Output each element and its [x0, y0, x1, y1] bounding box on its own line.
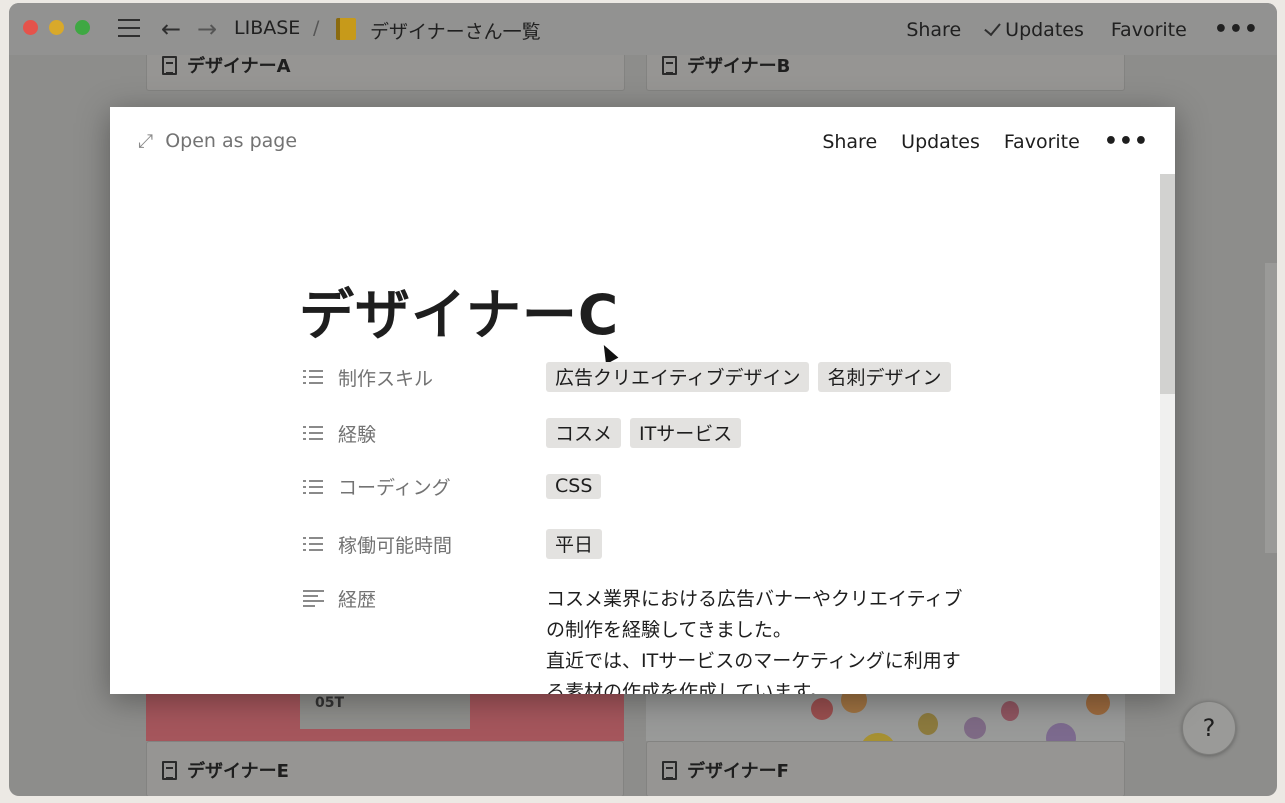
- property-value[interactable]: コスメ ITサービス: [546, 418, 742, 448]
- multi-select-icon: [303, 479, 324, 495]
- titlebar-actions: Share Updates Favorite •••: [906, 17, 1259, 42]
- tag[interactable]: 名刺デザイン: [818, 362, 951, 392]
- page-icon: [662, 55, 677, 75]
- text-line: の制作を経験してきました。: [546, 619, 792, 641]
- page-title[interactable]: デザイナーC: [299, 270, 619, 350]
- property-value[interactable]: 広告クリエイティブデザイン 名刺デザイン: [546, 362, 951, 392]
- text-line: る素材の作成を作成しています。: [546, 681, 829, 694]
- property-row-skills[interactable]: 制作スキル 広告クリエイティブデザイン 名刺デザイン: [303, 362, 951, 392]
- more-options-button[interactable]: •••: [1214, 17, 1259, 42]
- text-property-icon: [303, 590, 324, 607]
- tag[interactable]: ITサービス: [630, 418, 742, 448]
- sidebar-toggle-icon[interactable]: [118, 19, 140, 37]
- card-title: デザイナーF: [687, 761, 789, 782]
- forward-arrow-icon[interactable]: →: [197, 15, 217, 43]
- multi-select-icon: [303, 425, 324, 441]
- breadcrumb-workspace[interactable]: LIBASE: [234, 17, 300, 39]
- property-name[interactable]: 稼働可能時間: [303, 531, 546, 558]
- modal-favorite-button[interactable]: Favorite: [1004, 131, 1080, 153]
- app-window: ← → LIBASE / デザイナーさん一覧 Share Updates Fav…: [9, 3, 1277, 796]
- text-line: 直近では、ITサービスのマーケティングに利用す: [546, 650, 961, 672]
- property-label: 稼働可能時間: [338, 534, 453, 557]
- share-button[interactable]: Share: [906, 19, 961, 41]
- card-e-cover-image: 05T: [146, 693, 624, 741]
- page-icon: [662, 760, 677, 780]
- zoom-window-button[interactable]: [75, 20, 90, 35]
- property-row-history[interactable]: 経歴: [303, 585, 546, 612]
- updates-label: Updates: [1005, 18, 1084, 41]
- favorite-button[interactable]: Favorite: [1111, 19, 1187, 41]
- card-title: デザイナーA: [187, 56, 291, 77]
- window-controls: [23, 20, 90, 35]
- card-title: デザイナーE: [187, 761, 289, 782]
- open-as-page-button[interactable]: ⤢ Open as page: [138, 130, 297, 152]
- property-name[interactable]: 制作スキル: [303, 364, 546, 391]
- page-icon: [162, 760, 177, 780]
- help-button[interactable]: ?: [1182, 701, 1236, 755]
- open-as-page-label: Open as page: [165, 130, 298, 152]
- multi-select-icon: [303, 369, 324, 385]
- property-row-coding[interactable]: コーディング CSS: [303, 473, 602, 500]
- property-label: コーディング: [338, 477, 451, 499]
- tag[interactable]: コスメ: [546, 418, 622, 448]
- updates-button[interactable]: Updates: [984, 18, 1084, 41]
- property-name[interactable]: 経験: [303, 420, 546, 447]
- breadcrumb-page[interactable]: デザイナーさん一覧: [370, 17, 541, 44]
- breadcrumb-separator: /: [313, 17, 320, 39]
- text-line: コスメ業界における広告バナーやクリエイティブ: [546, 588, 963, 610]
- page-peek-modal: ⤢ Open as page Share Updates Favorite ••…: [110, 107, 1175, 694]
- close-window-button[interactable]: [23, 20, 38, 35]
- gallery-card-e[interactable]: デザイナーE: [146, 741, 624, 796]
- card-f-cover-image: [646, 693, 1125, 741]
- multi-select-icon: [303, 536, 324, 552]
- cover-paper-text: 05T: [300, 693, 470, 729]
- property-row-availability[interactable]: 稼働可能時間 平日: [303, 529, 603, 559]
- card-title: デザイナーB: [687, 56, 791, 77]
- notebook-icon: [336, 18, 356, 40]
- property-name[interactable]: コーディング: [303, 473, 546, 500]
- tag[interactable]: 広告クリエイティブデザイン: [546, 362, 810, 392]
- title-bar: ← → LIBASE / デザイナーさん一覧 Share Updates Fav…: [9, 3, 1277, 55]
- modal-updates-button[interactable]: Updates: [901, 131, 980, 153]
- property-row-experience[interactable]: 経験 コスメ ITサービス: [303, 418, 742, 448]
- modal-share-button[interactable]: Share: [822, 131, 877, 153]
- page-icon: [162, 55, 177, 75]
- property-value[interactable]: 平日: [546, 529, 603, 559]
- back-arrow-icon[interactable]: ←: [161, 15, 181, 43]
- property-value[interactable]: CSS: [546, 474, 602, 499]
- property-label: 経歴: [338, 589, 377, 611]
- modal-more-options-button[interactable]: •••: [1104, 129, 1149, 154]
- window-scrollbar[interactable]: [1265, 263, 1277, 553]
- checkmark-icon: [984, 18, 1001, 37]
- modal-scrollbar-thumb[interactable]: [1160, 174, 1175, 394]
- tag[interactable]: 平日: [546, 529, 603, 559]
- property-label: 制作スキル: [338, 367, 434, 390]
- minimize-window-button[interactable]: [49, 20, 64, 35]
- gallery-card-f[interactable]: デザイナーF: [646, 741, 1125, 796]
- history-text-value[interactable]: コスメ業界における広告バナーやクリエイティブ の制作を経験してきました。 直近で…: [546, 584, 976, 694]
- tag[interactable]: CSS: [546, 474, 602, 499]
- property-name[interactable]: 経歴: [303, 585, 546, 612]
- property-label: 経験: [338, 423, 377, 446]
- modal-actions: Share Updates Favorite •••: [822, 129, 1149, 154]
- expand-icon: ⤢: [138, 130, 154, 152]
